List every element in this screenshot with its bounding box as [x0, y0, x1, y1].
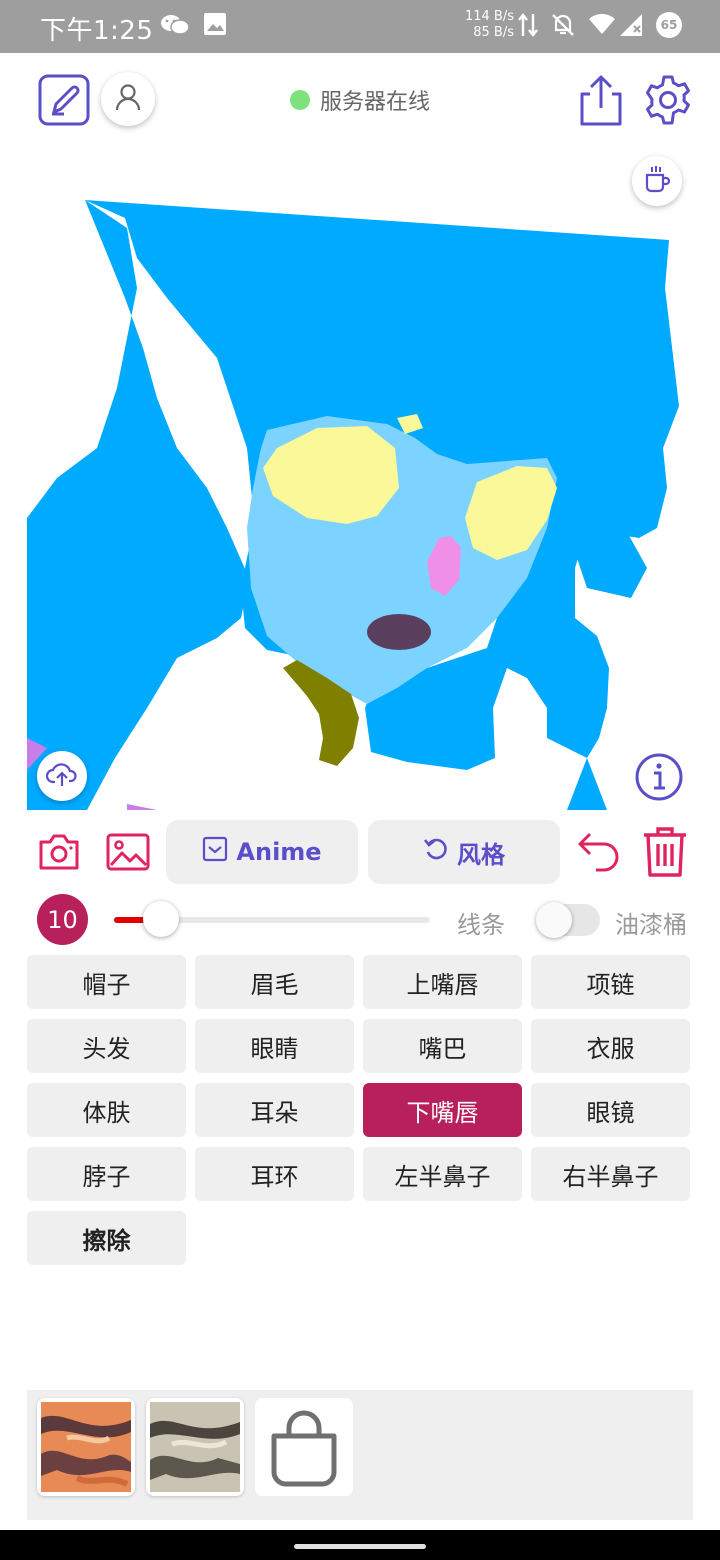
data-arrows-icon — [518, 12, 538, 42]
anime-button[interactable]: Anime — [166, 820, 358, 884]
user-button[interactable] — [101, 72, 155, 126]
style-thumbnail-orange-image — [41, 1402, 131, 1492]
shopping-bag-icon — [269, 1410, 339, 1492]
wifi-icon — [588, 12, 616, 40]
label-neck[interactable]: 脖子 — [27, 1147, 186, 1201]
status-bar: 下午1:25 114 B/s 85 B/s 65 — [0, 0, 720, 53]
server-status-dot — [290, 90, 310, 110]
user-icon — [113, 82, 143, 116]
label-upper-lip[interactable]: 上嘴唇 — [363, 955, 522, 1009]
wechat-icon — [160, 12, 190, 42]
tool-row: Anime 风格 — [0, 818, 720, 888]
brush-row: 10 线条 油漆桶 — [0, 890, 720, 950]
drawing-canvas[interactable] — [27, 148, 693, 810]
server-status: 服务器在线 — [290, 88, 430, 115]
anime-button-label: Anime — [236, 838, 322, 866]
label-necklace[interactable]: 项链 — [531, 955, 690, 1009]
label-earring[interactable]: 耳环 — [195, 1147, 354, 1201]
label-eyebrow[interactable]: 眉毛 — [195, 955, 354, 1009]
share-icon[interactable] — [578, 74, 624, 126]
battery-indicator: 65 — [656, 12, 682, 38]
network-speed: 114 B/s 85 B/s — [462, 9, 514, 41]
style-button[interactable]: 风格 — [368, 820, 560, 884]
brush-size-slider[interactable] — [114, 901, 430, 937]
speed-down: 85 B/s — [473, 25, 514, 40]
undo-icon[interactable] — [576, 830, 622, 874]
label-hat[interactable]: 帽子 — [27, 955, 186, 1009]
coffee-button[interactable] — [632, 156, 682, 206]
image-icon — [203, 12, 227, 40]
label-mouth[interactable]: 嘴巴 — [363, 1019, 522, 1073]
style-button-label: 风格 — [457, 840, 505, 869]
home-gesture-handle[interactable] — [294, 1544, 426, 1549]
label-skin[interactable]: 体肤 — [27, 1083, 186, 1137]
mute-bell-icon — [550, 12, 576, 42]
edit-icon[interactable] — [38, 74, 90, 126]
bucket-toggle-thumb — [536, 902, 572, 938]
status-time: 下午1:25 — [40, 16, 154, 46]
shop-button[interactable] — [255, 1398, 353, 1496]
cloud-upload-icon — [45, 760, 78, 792]
label-right-nose[interactable]: 右半鼻子 — [531, 1147, 690, 1201]
label-glasses[interactable]: 眼镜 — [531, 1083, 690, 1137]
coffee-icon — [641, 163, 673, 199]
server-status-label: 服务器在线 — [320, 90, 431, 115]
line-mode-label: 线条 — [457, 911, 505, 939]
slider-thumb[interactable] — [143, 901, 180, 937]
label-eyes[interactable]: 眼睛 — [195, 1019, 354, 1073]
refresh-icon — [423, 836, 449, 868]
label-clothes[interactable]: 衣服 — [531, 1019, 690, 1073]
checkbox-icon — [202, 836, 228, 868]
label-lower-lip[interactable]: 下嘴唇 — [363, 1083, 522, 1137]
gallery-icon[interactable] — [106, 833, 150, 871]
trash-icon[interactable] — [640, 826, 690, 878]
style-tray — [27, 1390, 693, 1520]
bucket-toggle[interactable] — [536, 902, 600, 938]
bucket-mode-label: 油漆桶 — [615, 911, 687, 939]
label-erase[interactable]: 擦除 — [27, 1211, 186, 1265]
top-toolbar: 服务器在线 — [0, 53, 720, 148]
settings-icon[interactable] — [642, 74, 694, 126]
label-hair[interactable]: 头发 — [27, 1019, 186, 1073]
label-left-nose[interactable]: 左半鼻子 — [363, 1147, 522, 1201]
brush-size-badge: 10 — [37, 894, 88, 945]
speed-up: 114 B/s — [464, 9, 514, 24]
info-icon[interactable] — [634, 752, 684, 802]
cloud-upload-button[interactable] — [37, 751, 87, 801]
style-thumbnail-gray[interactable] — [146, 1398, 244, 1496]
segmentation-drawing — [27, 200, 679, 810]
style-thumbnail-orange[interactable] — [37, 1398, 135, 1496]
signal-icon — [618, 12, 644, 42]
system-nav-bar — [0, 1530, 720, 1560]
camera-icon[interactable] — [38, 832, 80, 872]
label-ear[interactable]: 耳朵 — [195, 1083, 354, 1137]
style-thumbnail-gray-image — [150, 1402, 240, 1492]
